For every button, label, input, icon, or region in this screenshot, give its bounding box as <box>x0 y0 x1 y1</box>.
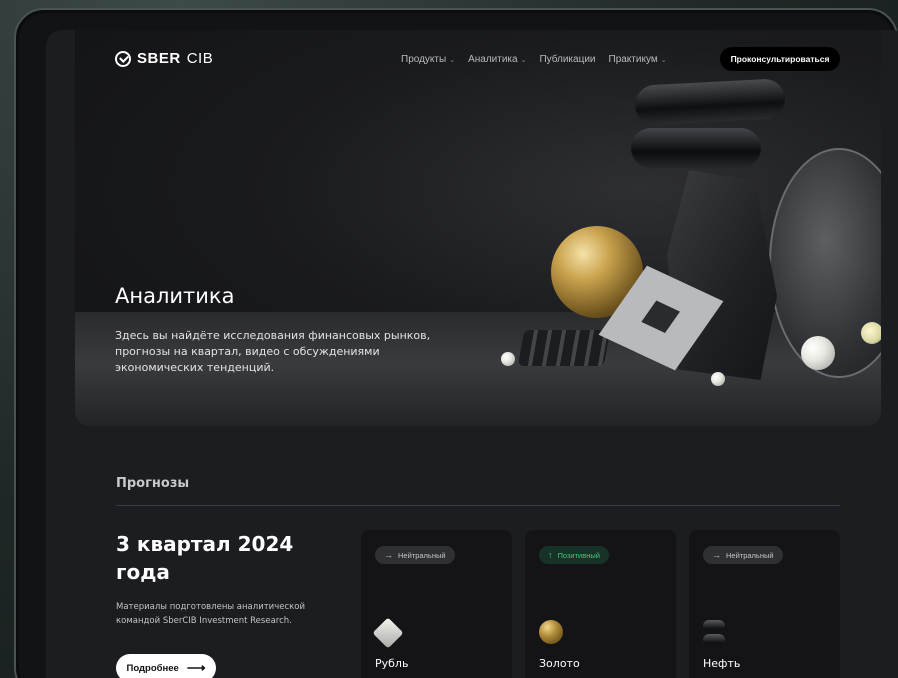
pearl-decoration <box>861 322 881 344</box>
chevron-down-icon: ⌄ <box>660 56 667 64</box>
arrow-right-icon: → <box>384 550 393 560</box>
logo-sber-text: SBER <box>137 50 181 67</box>
quarter-description: Материалы подготовлены аналитической ком… <box>116 602 305 626</box>
menu-item-practicum[interactable]: Практикум ⌄ <box>609 54 667 65</box>
arrow-right-icon: ⟶ <box>186 660 206 675</box>
browser-screen: SBER CIB Продукты ⌄ Аналитика ⌄ Публикац… <box>46 30 898 678</box>
forecast-card-ruble[interactable]: → Нейтральный Рубль <box>361 530 512 678</box>
menu-item-label: Аналитика <box>468 54 518 65</box>
forecast-card-gold[interactable]: ↑ Позитивный Золото <box>525 530 676 678</box>
status-badge: → Нейтральный <box>375 546 455 564</box>
menu-item-publications[interactable]: Публикации <box>539 54 595 65</box>
hero-description: Здесь вы найдёте исследования финансовых… <box>115 329 431 374</box>
black-bar-decoration <box>631 128 761 168</box>
menu-item-label: Продукты <box>401 54 447 65</box>
hero-banner: SBER CIB Продукты ⌄ Аналитика ⌄ Публикац… <box>75 30 881 426</box>
arrow-right-icon: → <box>712 550 721 560</box>
logo-cib-text: CIB <box>186 50 214 67</box>
sber-cib-logo[interactable]: SBER CIB <box>115 50 213 67</box>
quarter-title: 3 квартал 2024 года <box>116 532 294 584</box>
pearl-decoration <box>501 352 515 366</box>
consult-button[interactable]: Проконсультироваться <box>720 47 840 71</box>
chevron-down-icon: ⌄ <box>520 56 527 64</box>
gold-sphere-icon <box>539 620 563 644</box>
device-frame: SBER CIB Продукты ⌄ Аналитика ⌄ Публикац… <box>14 8 898 678</box>
card-label: Нефть <box>703 657 741 670</box>
menu-item-products[interactable]: Продукты ⌄ <box>401 54 455 65</box>
menu-item-analytics[interactable]: Аналитика ⌄ <box>468 54 526 65</box>
more-button-label: Подробнее <box>126 662 179 674</box>
oil-barrel-icon <box>703 620 725 646</box>
sber-check-icon <box>115 50 131 67</box>
main-menu: Продукты ⌄ Аналитика ⌄ Публикации Практи… <box>401 54 667 65</box>
status-badge: → Нейтральный <box>703 546 783 564</box>
page-title: Аналитика <box>115 284 235 308</box>
arrow-up-icon: ↑ <box>548 550 553 560</box>
pearl-decoration <box>801 336 835 370</box>
menu-item-label: Практикум <box>608 54 658 65</box>
ruble-diamond-icon <box>372 617 404 649</box>
pearl-decoration <box>711 372 725 386</box>
section-divider <box>116 505 840 506</box>
card-label: Золото <box>539 657 580 670</box>
card-label: Рубль <box>375 657 409 670</box>
menu-item-label: Публикации <box>539 54 596 65</box>
coins-decoration <box>517 330 611 366</box>
chevron-down-icon: ⌄ <box>449 56 456 64</box>
more-button[interactable]: Подробнее ⟶ <box>116 654 216 678</box>
forecasts-section-title: Прогнозы <box>116 476 190 491</box>
status-badge: ↑ Позитивный <box>539 546 609 564</box>
forecast-card-oil[interactable]: → Нейтральный Нефть <box>689 530 840 678</box>
top-nav: SBER CIB Продукты ⌄ Аналитика ⌄ Публикац… <box>75 30 881 90</box>
